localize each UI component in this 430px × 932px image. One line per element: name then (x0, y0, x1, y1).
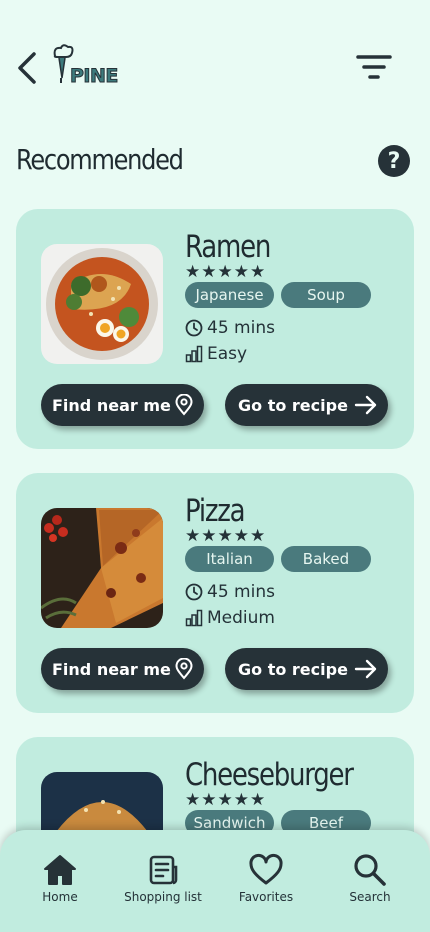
recipe-card-ramen: Ramen ★★★★★ Japanese Soup 45 mins Easy F… (16, 209, 414, 449)
difficulty: Easy (185, 344, 247, 364)
app-header: PINE Recommended ? (0, 0, 430, 177)
recipe-card-pizza: Pizza ★★★★★ Italian Baked 45 mins Medium… (16, 473, 414, 713)
location-pin-icon (175, 394, 193, 416)
nav-favorites[interactable]: Favorites (216, 852, 316, 904)
nav-home-label: Home (42, 890, 78, 904)
section-title: Recommended (16, 143, 184, 176)
star-rating: ★★★★★ (185, 526, 267, 546)
heart-icon (249, 853, 283, 885)
cook-time: 45 mins (185, 318, 275, 338)
find-near-me-label: Find near me (52, 659, 171, 679)
difficulty: Medium (185, 608, 275, 628)
star-rating: ★★★★★ (185, 262, 267, 282)
go-to-recipe-button[interactable]: Go to recipe (225, 384, 388, 426)
difficulty-value: Easy (207, 344, 248, 364)
filter-icon (356, 55, 392, 79)
star-rating: ★★★★★ (185, 790, 267, 810)
search-icon (354, 854, 386, 886)
back-button[interactable] (12, 48, 42, 88)
find-near-me-button[interactable]: Find near me (41, 384, 204, 426)
tag-category: Soup (281, 282, 371, 308)
nav-favorites-label: Favorites (238, 890, 294, 904)
clock-icon (185, 319, 203, 337)
cook-time-value: 45 mins (207, 318, 275, 338)
bottom-navigation: Home Shopping list Favorites Search (0, 830, 430, 932)
cook-time: 45 mins (185, 582, 275, 602)
list-icon (149, 855, 178, 885)
go-to-recipe-button[interactable]: Go to recipe (225, 648, 388, 690)
card-title: Pizza (185, 493, 246, 529)
clock-icon (185, 583, 203, 601)
arrow-right-icon (354, 395, 377, 415)
card-title: Ramen (185, 229, 271, 265)
tag-category: Baked (281, 546, 371, 572)
tag-cuisine: Japanese (185, 282, 274, 308)
difficulty-value: Medium (207, 608, 275, 628)
nav-home[interactable]: Home (10, 852, 110, 904)
pine-logo: PINE (50, 44, 132, 88)
nav-shopping-list-label: Shopping list (124, 890, 202, 904)
filter-button[interactable] (354, 50, 394, 86)
go-to-recipe-label: Go to recipe (238, 395, 348, 415)
card-title: Cheeseburger (185, 757, 354, 793)
find-near-me-button[interactable]: Find near me (41, 648, 204, 690)
nav-search-label: Search (349, 890, 391, 904)
help-button[interactable]: ? (378, 145, 410, 177)
home-icon (44, 855, 76, 885)
chevron-left-icon (18, 52, 36, 84)
pizza-image (41, 508, 163, 628)
nav-search[interactable]: Search (320, 852, 420, 904)
go-to-recipe-label: Go to recipe (238, 659, 348, 679)
arrow-right-icon (354, 659, 377, 679)
find-near-me-label: Find near me (52, 395, 171, 415)
svg-text:PINE: PINE (70, 65, 118, 87)
ramen-image (41, 244, 163, 364)
nav-shopping-list[interactable]: Shopping list (113, 852, 213, 904)
difficulty-bars-icon (185, 609, 203, 627)
location-pin-icon (175, 658, 193, 680)
question-icon: ? (387, 148, 401, 174)
difficulty-bars-icon (185, 345, 203, 363)
tag-cuisine: Italian (185, 546, 274, 572)
cook-time-value: 45 mins (207, 582, 275, 602)
